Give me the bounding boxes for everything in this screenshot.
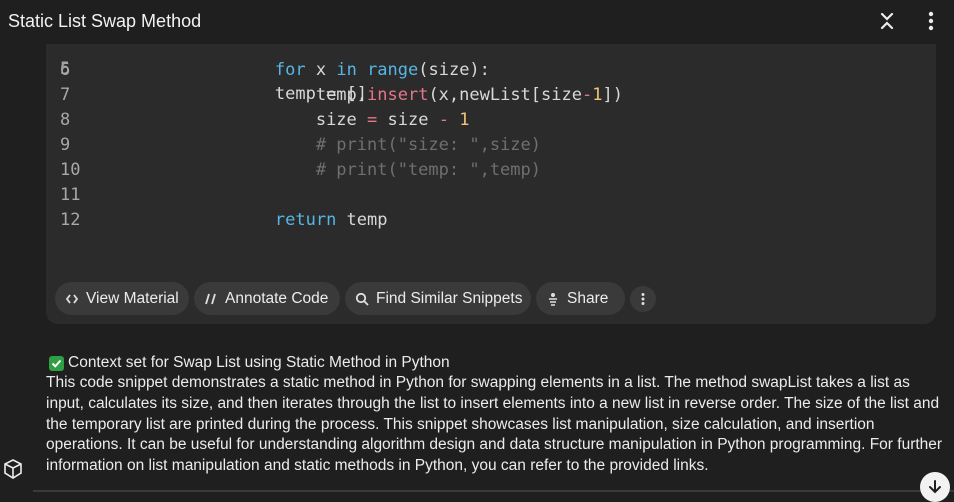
code-text: # print("size: ",size): [315, 135, 541, 155]
line-number: 10: [60, 160, 81, 180]
line-number: 12: [60, 210, 81, 230]
checkmark-icon: [49, 355, 64, 371]
more-vertical-icon[interactable]: [920, 10, 942, 32]
view-material-button[interactable]: View Material: [55, 282, 189, 315]
code-line: 8 size = size - 1: [46, 108, 936, 133]
code-text: # print("temp: ",temp): [315, 160, 541, 180]
code-text: return temp: [274, 210, 388, 230]
annotate-code-label: Annotate Code: [225, 289, 329, 307]
share-label: Share: [567, 289, 609, 307]
code-text: size = size - 1: [315, 110, 470, 130]
line-number: 8: [60, 110, 71, 130]
code-text: for x in range(size):: [274, 60, 490, 80]
find-similar-label: Find Similar Snippets: [376, 289, 523, 307]
code-line: 9 # print("size: ",size): [46, 133, 936, 158]
main-content: 5 temp = [] 6 for x in range(size): 7 tem…: [0, 44, 954, 502]
code-text: temp.insert(x,newList[size-1]): [315, 85, 623, 105]
divider: [33, 490, 954, 492]
arrow-down-icon: [927, 479, 943, 495]
code-line: 11: [46, 183, 936, 208]
context-text: Context set for Swap List using Static M…: [68, 353, 450, 371]
share-button[interactable]: Share: [536, 282, 625, 315]
line-number: 6: [60, 60, 71, 80]
code-line: 7 temp.insert(x,newList[size-1]): [46, 83, 936, 108]
snippet-summary: Context set for Swap List using Static M…: [46, 353, 946, 477]
find-similar-snippets-button[interactable]: Find Similar Snippets: [345, 282, 531, 315]
more-vertical-icon: [636, 292, 650, 306]
line-number: 9: [60, 135, 71, 155]
search-icon: [355, 292, 369, 306]
scroll-down-button[interactable]: [920, 472, 950, 502]
snippet-description: This code snippet demonstrates a static …: [46, 374, 943, 475]
code-line-partial: 5 temp = []: [46, 32, 936, 104]
code-line: 12 return temp: [46, 208, 936, 233]
collapse-icon[interactable]: [876, 10, 898, 32]
context-status: Context set for Swap List using Static M…: [46, 353, 946, 373]
code-line: 6 for x in range(size):: [46, 58, 936, 83]
share-icon: [546, 292, 560, 306]
line-number: 7: [60, 85, 71, 105]
code-line: 10 # print("temp: ",temp): [46, 158, 936, 183]
annotate-code-button[interactable]: Annotate Code: [194, 282, 340, 315]
code-snippet-card: 5 temp = [] 6 for x in range(size): 7 tem…: [46, 44, 936, 324]
material-icon: [65, 292, 79, 306]
window-title: Static List Swap Method: [8, 11, 202, 31]
cube-icon[interactable]: [2, 458, 24, 480]
more-actions-button[interactable]: [630, 286, 656, 312]
comment-slash-icon: [204, 292, 218, 306]
view-material-label: View Material: [86, 289, 179, 307]
line-number: 11: [60, 185, 81, 205]
